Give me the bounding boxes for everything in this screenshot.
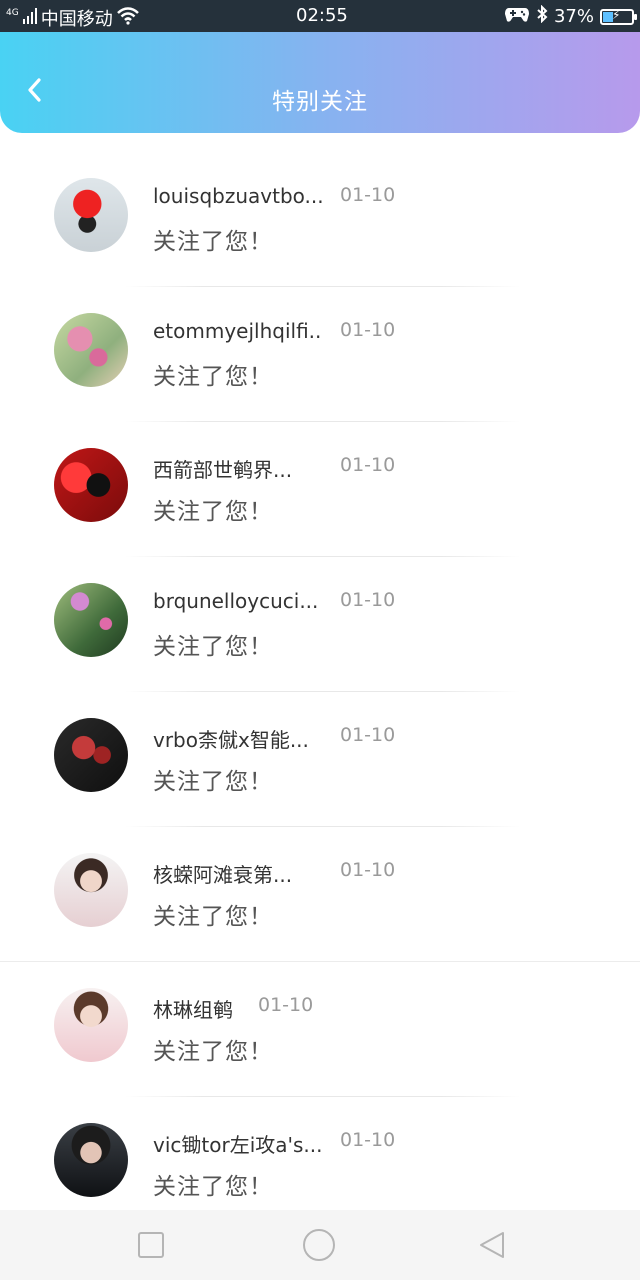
home-button[interactable] (302, 1228, 336, 1262)
user-name: 林琳组鹌 (153, 998, 233, 1022)
notification-message: 关注了您！ (153, 634, 273, 660)
triangle-back-icon (480, 1232, 504, 1258)
avatar[interactable] (54, 718, 128, 792)
back-nav-button[interactable] (475, 1228, 509, 1262)
avatar[interactable] (54, 1123, 128, 1197)
square-icon (138, 1232, 164, 1258)
wifi-icon (116, 6, 139, 30)
avatar[interactable] (54, 583, 128, 657)
avatar[interactable] (54, 988, 128, 1062)
list-item[interactable]: 林琳组鹌 01-10 关注了您！ (0, 962, 640, 1097)
list-item[interactable]: brqunelloycuci... 01-10 关注了您！ (0, 557, 640, 692)
battery-icon: ⚡ (600, 7, 637, 25)
bluetooth-icon (536, 4, 548, 28)
user-name: 西箭部世鹌界... (153, 458, 293, 482)
notification-message: 关注了您！ (153, 1039, 273, 1065)
avatar[interactable] (54, 313, 128, 387)
list-item[interactable]: etommyejlhqilfi... 01-10 关注了您！ (0, 287, 640, 422)
date: 01-10 (340, 319, 396, 341)
status-bar: 4G 中国移动 02:55 37% ⚡ (0, 0, 640, 32)
user-name: louisqbzuavtbo... (153, 184, 323, 208)
follow-list: louisqbzuavtbo... 01-10 关注了您！ etommyejlh… (0, 152, 640, 1232)
battery-percent: 37% (553, 6, 594, 27)
list-item[interactable]: 西箭部世鹌界... 01-10 关注了您！ (0, 422, 640, 557)
status-left: 4G 中国移动 (6, 5, 139, 31)
notification-message: 关注了您！ (153, 904, 273, 930)
recents-button[interactable] (134, 1228, 168, 1262)
notification-message: 关注了您！ (153, 499, 273, 525)
notification-message: 关注了您！ (153, 769, 273, 795)
system-nav-bar (0, 1210, 640, 1280)
notification-message: 关注了您！ (153, 1174, 273, 1200)
network-type: 4G (6, 7, 19, 18)
date: 01-10 (340, 859, 396, 881)
user-name: vrbo柰僦x智能... (153, 728, 309, 752)
signal-icon (22, 7, 37, 29)
avatar[interactable] (54, 178, 128, 252)
user-name: 核蝾阿滩衰第... (153, 863, 293, 887)
user-name: brqunelloycuci... (153, 589, 319, 613)
list-item[interactable]: vrbo柰僦x智能... 01-10 关注了您！ (0, 692, 640, 827)
date: 01-10 (340, 589, 396, 611)
date: 01-10 (340, 454, 396, 476)
app-screen: 4G 中国移动 02:55 37% ⚡ 特别关注 louisqbzuavtbo.… (0, 0, 640, 1280)
date: 01-10 (340, 1129, 396, 1151)
circle-icon (303, 1229, 335, 1261)
carrier-name: 中国移动 (40, 9, 113, 30)
list-item[interactable]: louisqbzuavtbo... 01-10 关注了您！ (0, 152, 640, 287)
charging-bolt-icon: ⚡ (612, 7, 621, 22)
user-name: vic锄tor左i攻a's... (153, 1133, 323, 1157)
date: 01-10 (340, 724, 396, 746)
notification-message: 关注了您！ (153, 364, 273, 390)
page-title: 特别关注 (272, 89, 368, 115)
date: 01-10 (340, 184, 396, 206)
list-item[interactable]: 核蝾阿滩衰第... 01-10 关注了您！ (0, 827, 640, 962)
status-right: 37% ⚡ (504, 4, 637, 28)
avatar[interactable] (54, 448, 128, 522)
user-name: etommyejlhqilfi... (153, 319, 323, 343)
notification-message: 关注了您！ (153, 229, 273, 255)
gamepad-icon (504, 5, 530, 28)
avatar[interactable] (54, 853, 128, 927)
status-time: 02:55 (296, 5, 348, 26)
date: 01-10 (258, 994, 314, 1016)
page-header: 特别关注 (0, 32, 640, 133)
